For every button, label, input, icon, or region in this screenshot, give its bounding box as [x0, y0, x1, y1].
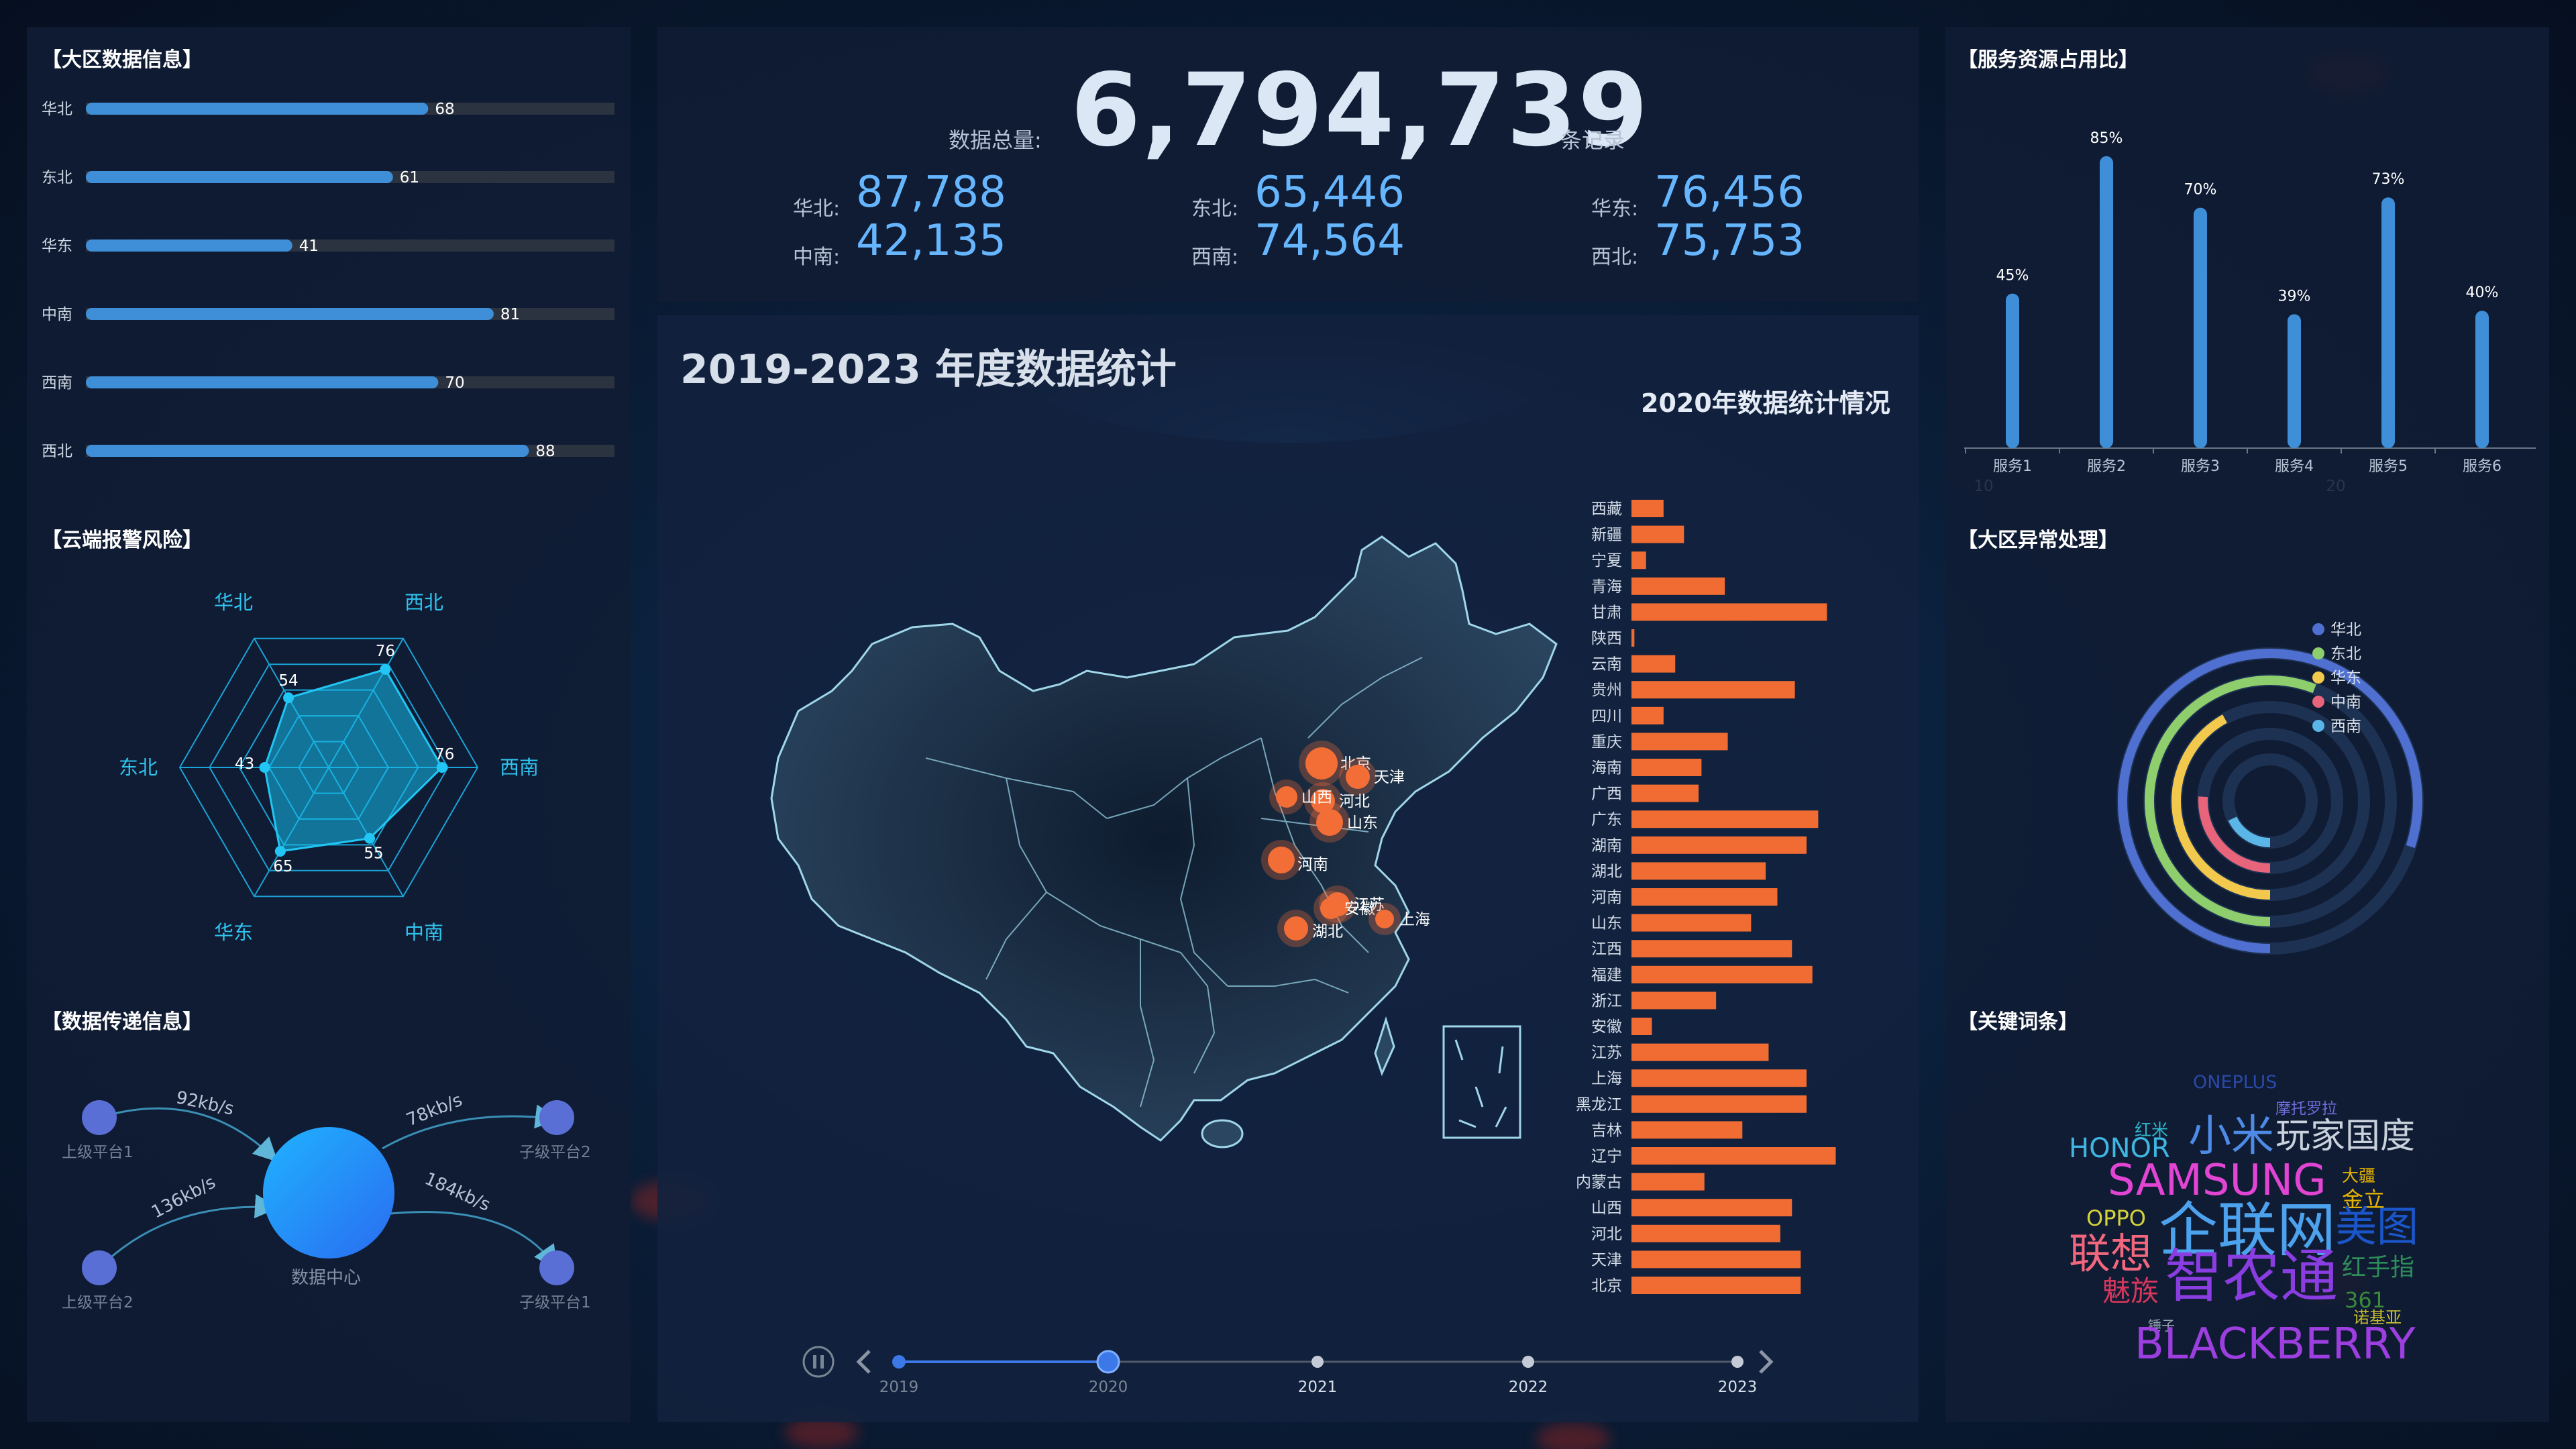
keyword[interactable]: 玩家国度: [2275, 1119, 2415, 1154]
cloud-risk-title: 【云端报警风险】: [42, 529, 203, 552]
annual-panel: [657, 315, 1919, 1422]
keyword[interactable]: 小米: [2188, 1115, 2274, 1158]
node-label-child-1: 子级平台1: [519, 1294, 591, 1311]
node-label-child-2: 子级平台2: [519, 1144, 591, 1161]
region-info-title: 【大区数据信息】: [42, 48, 203, 72]
keywords-title: 【关键词条】: [1957, 1010, 2078, 1034]
anomaly-title: 【大区异常处理】: [1957, 529, 2118, 552]
keyword[interactable]: 美图: [2335, 1206, 2418, 1248]
region-sum-label-0: 华北:: [793, 197, 841, 221]
service-share-title: 【服务资源占用比】: [1957, 48, 2139, 72]
keyword[interactable]: 摩托罗拉: [2275, 1102, 2337, 1117]
node-label-upper-1: 上级平台1: [62, 1144, 133, 1161]
data-center-label: 数据中心: [291, 1268, 362, 1288]
region-sum-label-4: 西南:: [1191, 246, 1239, 269]
annual-chart-title: 2020年数据统计情况: [1641, 388, 1890, 418]
region-sum-label-5: 西北:: [1591, 246, 1639, 269]
keyword[interactable]: 魅族: [2102, 1277, 2159, 1305]
data-transfer-title: 【数据传递信息】: [42, 1010, 203, 1034]
region-sum-value-1: 65,446: [1254, 168, 1405, 217]
keyword[interactable]: OPPO: [2086, 1208, 2146, 1229]
keyword[interactable]: 红手指: [2342, 1256, 2414, 1280]
keyword[interactable]: BLACKBERRY: [2135, 1323, 2416, 1366]
keyword[interactable]: 联想: [2069, 1233, 2152, 1275]
keyword[interactable]: ONEPLUS: [2193, 1073, 2277, 1091]
region-sum-label-1: 东北:: [1191, 197, 1239, 221]
region-sum-value-3: 42,135: [856, 216, 1006, 266]
total-label: 数据总量:: [949, 127, 1042, 153]
region-info-panel: [27, 27, 631, 1422]
region-sum-value-2: 76,456: [1654, 168, 1805, 217]
region-sum-value-0: 87,788: [856, 168, 1006, 217]
total-unit: 条记录: [1560, 127, 1625, 153]
keyword[interactable]: 智农通: [2165, 1248, 2338, 1305]
annual-title: 2019-2023 年度数据统计: [680, 346, 1177, 393]
node-label-upper-2: 上级平台2: [62, 1294, 133, 1311]
word-cloud: ONEPLUS 摩托罗拉 红米 HONOR 小米 玩家国度 SAMSUNG 大疆 金立 OPPO 企…: [2039, 1073, 2469, 1382]
region-sum-label-2: 华东:: [1591, 197, 1639, 221]
region-sum-label-3: 中南:: [793, 246, 841, 269]
keyword[interactable]: 大疆: [2342, 1167, 2375, 1184]
region-sum-value-5: 75,753: [1654, 216, 1805, 266]
region-sum-value-4: 74,564: [1254, 216, 1405, 266]
